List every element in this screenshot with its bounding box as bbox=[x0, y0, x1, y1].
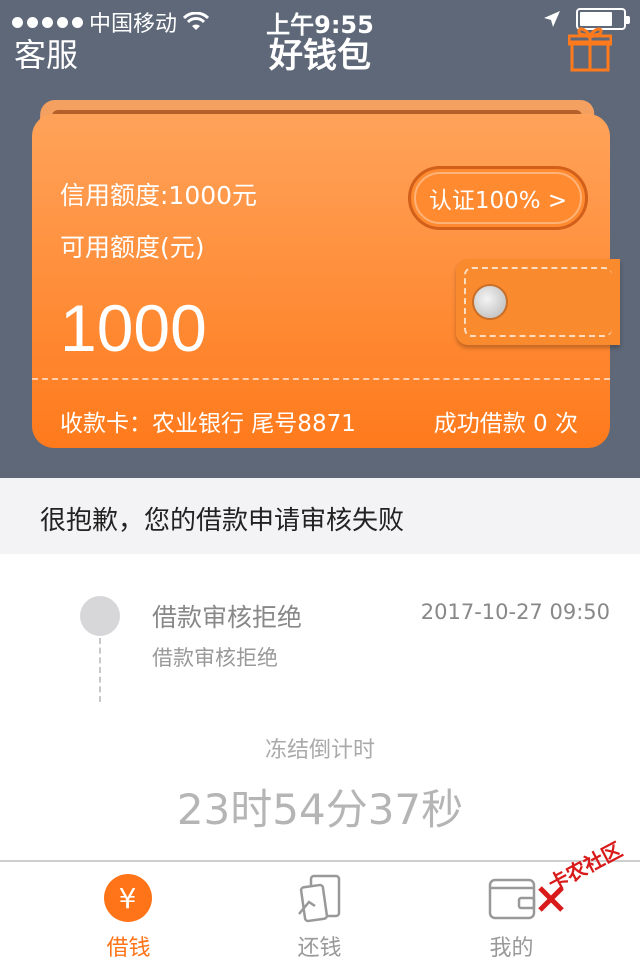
wallet-body: 信用额度:1000元 可用额度(元) 1000 认证100% > 收款卡：农业银… bbox=[32, 114, 620, 448]
gift-icon[interactable] bbox=[568, 24, 612, 72]
repay-card-icon bbox=[297, 874, 340, 923]
wallet-divider bbox=[32, 378, 610, 380]
timeline-event-time: 2017-10-27 09:50 bbox=[420, 600, 610, 624]
available-label: 可用额度(元) bbox=[60, 233, 205, 262]
success-count: 成功借款 0 次 bbox=[433, 411, 578, 437]
notice-banner: 很抱歉，您的借款申请审核失败 bbox=[0, 478, 640, 554]
countdown-label: 冻结倒计时 bbox=[264, 738, 375, 763]
watermark: 卡农社区 bbox=[536, 837, 632, 928]
tab-repay-label: 还钱 bbox=[297, 936, 342, 960]
page-title: 好钱包 bbox=[269, 36, 371, 76]
tab-borrow-label: 借钱 bbox=[106, 936, 151, 960]
countdown-value: 23时54分37秒 bbox=[176, 785, 464, 834]
header-background: 中国移动 上午9:55 客服 好钱包 信用额度:1000元 可用额度(元) 10… bbox=[0, 0, 640, 478]
timeline-event-subtitle: 借款审核拒绝 bbox=[152, 646, 278, 670]
verify-button-inner-ring bbox=[414, 172, 582, 224]
available-amount: 1000 bbox=[60, 291, 207, 365]
tab-mine-label: 我的 bbox=[489, 936, 534, 960]
wallet-icon bbox=[488, 878, 535, 920]
verify-button[interactable]: 认证100% > bbox=[408, 166, 588, 230]
clasp-button-icon bbox=[472, 284, 508, 320]
wallet-card: 信用额度:1000元 可用额度(元) 1000 认证100% > 收款卡：农业银… bbox=[32, 100, 620, 448]
tab-repay[interactable]: 还钱 bbox=[213, 862, 426, 960]
timeline-section: 借款审核拒绝 借款审核拒绝 2017-10-27 09:50 冻结倒计时 23时… bbox=[0, 554, 640, 860]
wallet-clasp bbox=[456, 259, 620, 345]
notice-message: 很抱歉，您的借款申请审核失败 bbox=[40, 506, 405, 536]
payout-card-info: 收款卡：农业银行 尾号8871 bbox=[60, 411, 356, 437]
timeline-connector bbox=[99, 638, 101, 702]
nav-bar: 客服 好钱包 bbox=[0, 24, 640, 76]
credit-line: 信用额度:1000元 bbox=[60, 181, 258, 210]
timeline-event-title: 借款审核拒绝 bbox=[152, 603, 303, 632]
yen-icon: ¥ bbox=[103, 874, 154, 924]
timeline-dot-icon bbox=[80, 596, 120, 636]
tab-borrow[interactable]: ¥ 借钱 bbox=[22, 862, 235, 960]
